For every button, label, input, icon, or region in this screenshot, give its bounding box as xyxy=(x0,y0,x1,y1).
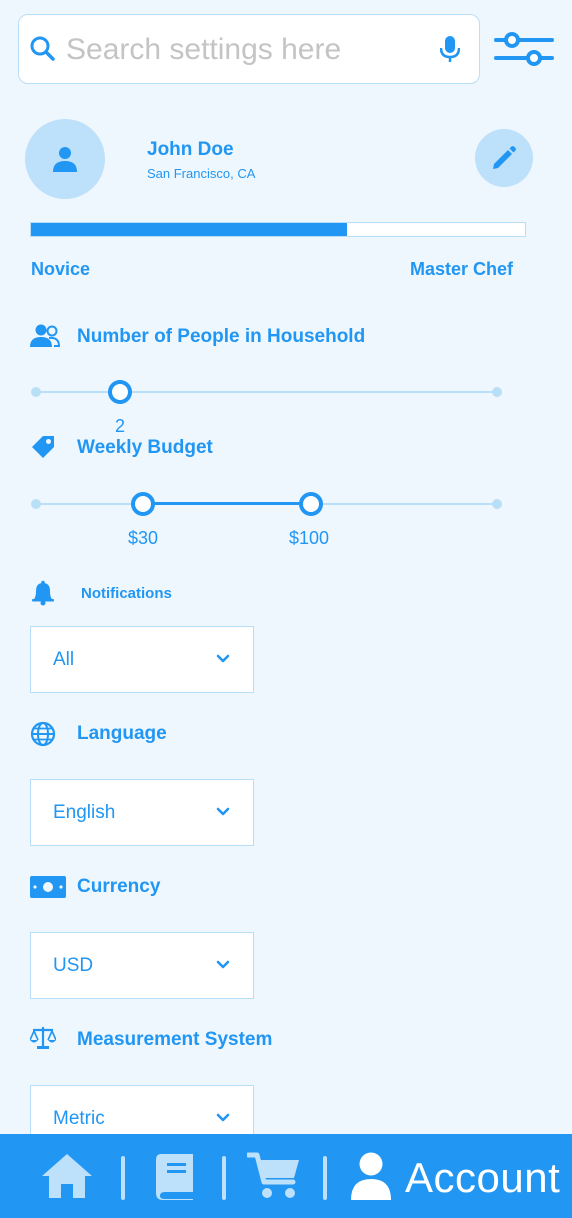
skill-progress-bar xyxy=(30,222,526,237)
budget-low-value: $30 xyxy=(127,528,159,548)
microphone-icon[interactable] xyxy=(440,36,460,64)
household-slider-max-dot xyxy=(492,387,502,397)
bottom-nav: Account xyxy=(0,1134,572,1218)
search-input[interactable] xyxy=(66,30,426,70)
measurement-heading: Measurement System xyxy=(77,1029,273,1050)
people-icon xyxy=(30,324,60,347)
account-label: Account xyxy=(405,1154,561,1201)
globe-icon xyxy=(30,721,56,747)
skill-progress-fill xyxy=(31,223,348,236)
budget-slider-max-dot xyxy=(492,499,502,509)
notifications-selected-value: All xyxy=(53,649,75,670)
chevron-down-icon xyxy=(216,654,230,663)
budget-slider-low-thumb[interactable] xyxy=(131,492,155,516)
chevron-down-icon xyxy=(216,960,230,969)
user-location: San Francisco, CA xyxy=(147,166,256,181)
price-tag-icon xyxy=(32,436,54,458)
filter-settings-icon[interactable] xyxy=(494,30,554,68)
budget-slider-range xyxy=(143,502,311,505)
nav-divider xyxy=(222,1156,226,1200)
currency-select[interactable]: USD xyxy=(30,932,254,999)
skill-max-label: Master Chef xyxy=(410,259,514,279)
cart-icon[interactable] xyxy=(247,1152,301,1200)
avatar xyxy=(25,119,105,199)
bell-icon xyxy=(32,580,54,606)
budget-high-value: $100 xyxy=(288,528,330,548)
language-heading: Language xyxy=(77,723,167,744)
notifications-heading: Notifications xyxy=(81,585,172,602)
edit-profile-button[interactable] xyxy=(475,129,533,187)
user-icon xyxy=(53,147,77,172)
skill-min-label: Novice xyxy=(31,259,91,279)
pencil-icon xyxy=(493,146,516,169)
nav-divider xyxy=(323,1156,327,1200)
chevron-down-icon xyxy=(216,1113,230,1122)
measurement-selected-value: Metric xyxy=(53,1108,105,1129)
budget-slider-high-thumb[interactable] xyxy=(299,492,323,516)
notifications-select[interactable]: All xyxy=(30,626,254,693)
language-select[interactable]: English xyxy=(30,779,254,846)
budget-heading: Weekly Budget xyxy=(77,437,213,458)
currency-heading: Currency xyxy=(77,876,161,897)
account-nav-item[interactable]: Account xyxy=(346,1134,572,1218)
book-icon[interactable] xyxy=(155,1152,195,1200)
household-slider-min-dot xyxy=(31,387,41,397)
person-icon xyxy=(351,1152,391,1200)
budget-slider-min-dot xyxy=(31,499,41,509)
currency-selected-value: USD xyxy=(53,955,94,976)
household-slider-thumb[interactable] xyxy=(108,380,132,404)
balance-scale-icon xyxy=(30,1027,56,1049)
search-icon xyxy=(30,36,55,61)
home-icon[interactable] xyxy=(40,1152,94,1200)
household-value: 2 xyxy=(114,416,125,436)
user-name: John Doe xyxy=(147,139,234,160)
household-slider-track[interactable] xyxy=(36,391,498,393)
chevron-down-icon xyxy=(216,807,230,816)
money-bill-icon xyxy=(30,876,66,898)
household-heading: Number of People in Household xyxy=(77,326,366,347)
nav-divider xyxy=(121,1156,125,1200)
language-selected-value: English xyxy=(53,802,116,823)
